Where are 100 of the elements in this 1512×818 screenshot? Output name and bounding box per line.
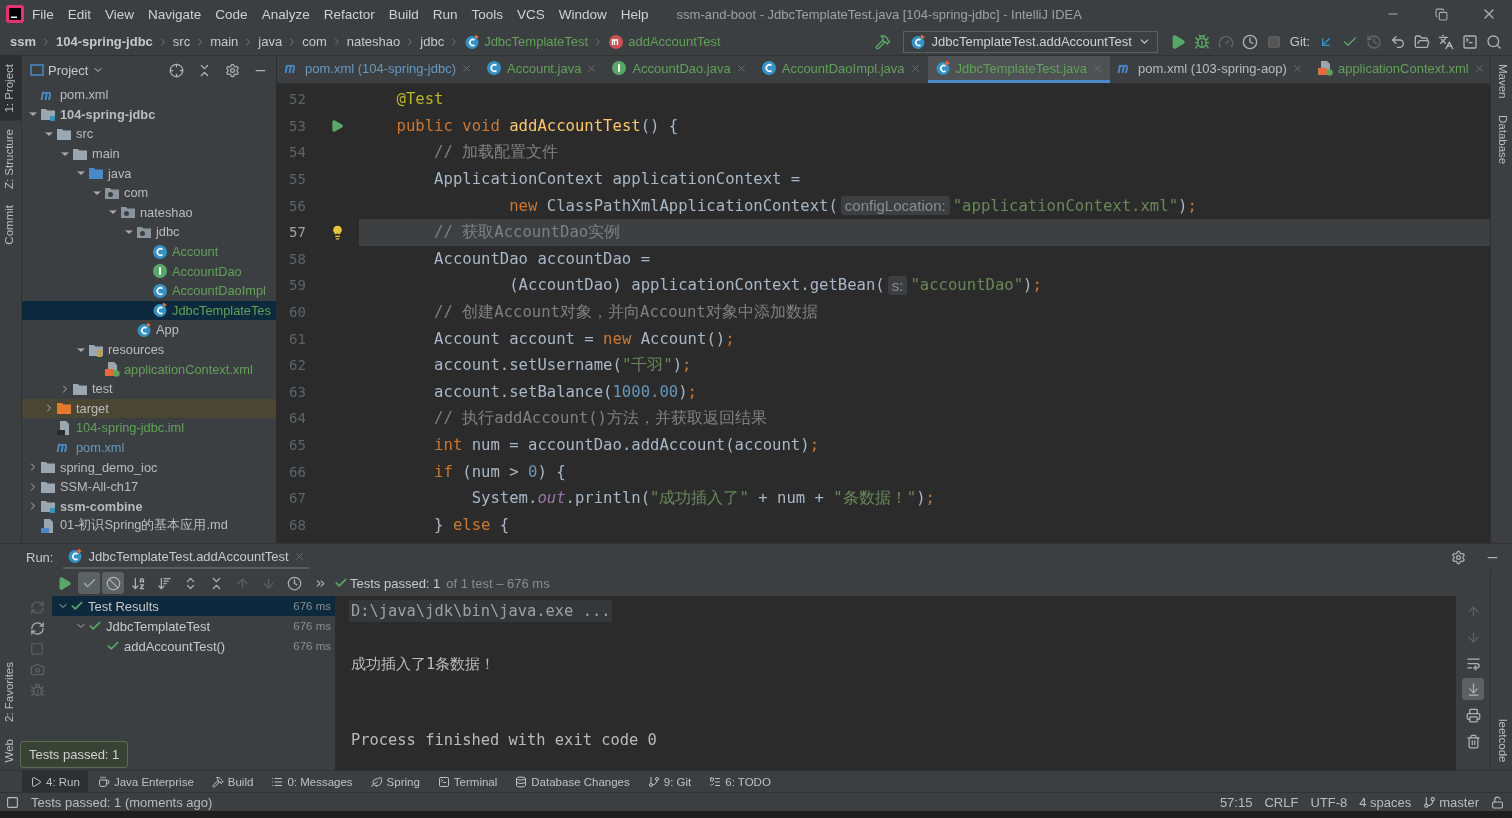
status-item[interactable]: UTF-8 <box>1310 794 1348 810</box>
play-icon[interactable] <box>56 575 72 591</box>
breadcrumb[interactable]: main <box>210 34 239 49</box>
tree-item[interactable]: com <box>22 182 276 203</box>
run-gutter-icon[interactable] <box>330 118 344 133</box>
tool-window-button[interactable]: Database Changes <box>507 771 638 792</box>
search-icon[interactable] <box>1486 33 1502 50</box>
menu-item[interactable]: Run <box>426 6 464 22</box>
undo-icon[interactable] <box>1390 33 1406 50</box>
tree-item[interactable]: pom.xml <box>22 85 276 105</box>
panel-title-dropdown[interactable]: Project <box>30 62 105 78</box>
tree-item[interactable]: 01-初识Spring的基本应用.md <box>22 516 276 536</box>
folder-icon[interactable] <box>1414 33 1430 50</box>
panel-toggle-icon[interactable] <box>6 795 19 809</box>
breadcrumb[interactable]: addAccountTest <box>608 33 721 50</box>
tool-window-button[interactable]: Java Enterprise <box>89 771 202 792</box>
editor-tab[interactable]: pom.xml (104-spring-jdbc) <box>277 56 479 83</box>
tree-item[interactable]: src <box>22 124 276 144</box>
menu-item[interactable]: Build <box>382 6 425 22</box>
tool-window-button[interactable]: 4: Run <box>22 771 88 792</box>
menu-item[interactable]: Refactor <box>317 6 381 22</box>
tree-item[interactable]: spring_demo_ioc <box>22 457 276 477</box>
hammer-icon[interactable] <box>874 33 891 50</box>
editor-tab[interactable]: AccountDao.java <box>604 56 754 83</box>
menu-item[interactable]: Edit <box>61 6 98 22</box>
menu-item[interactable]: File <box>26 6 60 22</box>
tree-item[interactable]: AccountDao <box>22 261 276 281</box>
menu-item[interactable]: Code <box>209 6 254 22</box>
tool-window-tab[interactable]: leetcode <box>1491 710 1512 770</box>
clock-icon[interactable] <box>1241 33 1258 50</box>
breadcrumb[interactable]: JdbcTemplateTest <box>464 33 589 50</box>
refresh-icon[interactable] <box>29 621 45 636</box>
translate-icon[interactable] <box>1438 33 1454 50</box>
tool-window-tab[interactable]: Database <box>1491 106 1512 172</box>
tool-window-tab[interactable]: 2: Favorites <box>0 654 22 731</box>
breadcrumb[interactable]: nateshao <box>346 34 401 49</box>
editor-tab[interactable]: AccountDaoImpl.java <box>753 56 928 83</box>
lock-icon[interactable] <box>1491 795 1504 809</box>
menu-item[interactable]: Tools <box>465 6 509 22</box>
status-item[interactable]: 57:15 <box>1219 794 1253 810</box>
tree-item[interactable]: Account <box>22 241 276 262</box>
tool-window-tab[interactable]: Maven <box>1491 56 1512 107</box>
show-passed-toggle[interactable] <box>78 572 100 594</box>
tree-item[interactable]: resources <box>22 339 276 360</box>
print-icon[interactable] <box>1465 707 1481 723</box>
show-ignored-toggle[interactable] <box>102 572 124 594</box>
tree-item[interactable]: 104-spring-jdbc <box>22 104 276 125</box>
wrap-icon[interactable] <box>1465 655 1481 671</box>
tree-item[interactable]: App <box>22 320 276 340</box>
tree-item[interactable]: nateshao <box>22 202 276 223</box>
tree-item[interactable]: test <box>22 378 276 399</box>
test-result-item[interactable]: addAccountTest() 676 ms <box>52 636 335 656</box>
settings-icon[interactable] <box>224 62 240 78</box>
branch-widget[interactable]: master <box>1423 794 1479 810</box>
breadcrumb[interactable]: src <box>172 34 191 49</box>
breadcrumb[interactable]: java <box>258 34 283 49</box>
tool-window-button[interactable]: 6: TODO <box>701 771 779 792</box>
tree-item[interactable]: ssm-combine <box>22 496 276 517</box>
scroll-to-end-toggle[interactable] <box>1462 678 1484 700</box>
clock-icon[interactable] <box>286 575 302 591</box>
status-item[interactable]: 4 spaces <box>1359 794 1412 810</box>
breadcrumb[interactable]: jdbc <box>420 34 445 49</box>
tool-window-tab[interactable]: Commit <box>0 196 21 253</box>
run-tab[interactable]: JdbcTemplateTest.addAccountTest <box>63 545 309 569</box>
tool-window-tab[interactable]: Web <box>0 730 22 770</box>
tool-window-button[interactable]: 0: Messages <box>263 771 361 792</box>
sort-icon[interactable] <box>156 575 172 591</box>
run-configuration-dropdown[interactable]: JdbcTemplateTest.addAccountTest <box>902 30 1158 53</box>
settings-icon[interactable] <box>1450 549 1466 565</box>
tree-item[interactable]: JdbcTemplateTes <box>22 300 276 321</box>
bug-icon[interactable] <box>1193 33 1210 50</box>
restore-icon[interactable] <box>1434 7 1448 21</box>
tree-item[interactable]: target <box>22 398 276 419</box>
tool-window-button[interactable]: 9: Git <box>639 771 700 792</box>
tool-window-button[interactable]: Terminal <box>429 771 506 792</box>
crosshair-icon[interactable] <box>168 62 184 78</box>
menu-item[interactable]: Help <box>614 6 655 22</box>
tool-window-tab[interactable]: Z: Structure <box>0 120 21 197</box>
tree-item[interactable]: 104-spring-jdbc.iml <box>22 418 276 438</box>
menu-item[interactable]: VCS <box>511 6 551 22</box>
tool-window-tab[interactable]: 1: Project <box>0 56 21 121</box>
editor-tab[interactable]: Account.java <box>479 56 605 83</box>
tree-item[interactable]: SSM-All-ch17 <box>22 476 276 497</box>
editor-tab[interactable]: pom.xml (103-spring-aop) <box>1110 56 1310 83</box>
menu-item[interactable]: View <box>99 6 141 22</box>
breadcrumb[interactable]: ssm <box>10 34 37 49</box>
tree-item[interactable]: AccountDaoImpl <box>22 280 276 301</box>
status-item[interactable]: CRLF <box>1264 794 1299 810</box>
sort-icon[interactable] <box>130 575 146 591</box>
test-result-item[interactable]: Test Results 676 ms <box>52 596 335 616</box>
test-result-item[interactable]: JdbcTemplateTest 676 ms <box>52 616 335 636</box>
menu-item[interactable]: Navigate <box>142 6 208 22</box>
tool-window-button[interactable]: Build <box>203 771 262 792</box>
menu-item[interactable]: Analyze <box>255 6 316 22</box>
tree-item[interactable]: java <box>22 163 276 183</box>
tree-item[interactable]: jdbc <box>22 222 276 242</box>
breadcrumb[interactable]: com <box>302 34 327 49</box>
breadcrumb[interactable]: 104-spring-jdbc <box>56 34 153 49</box>
terminal-icon[interactable] <box>1462 33 1478 50</box>
tree-item[interactable]: pom.xml <box>22 437 276 458</box>
